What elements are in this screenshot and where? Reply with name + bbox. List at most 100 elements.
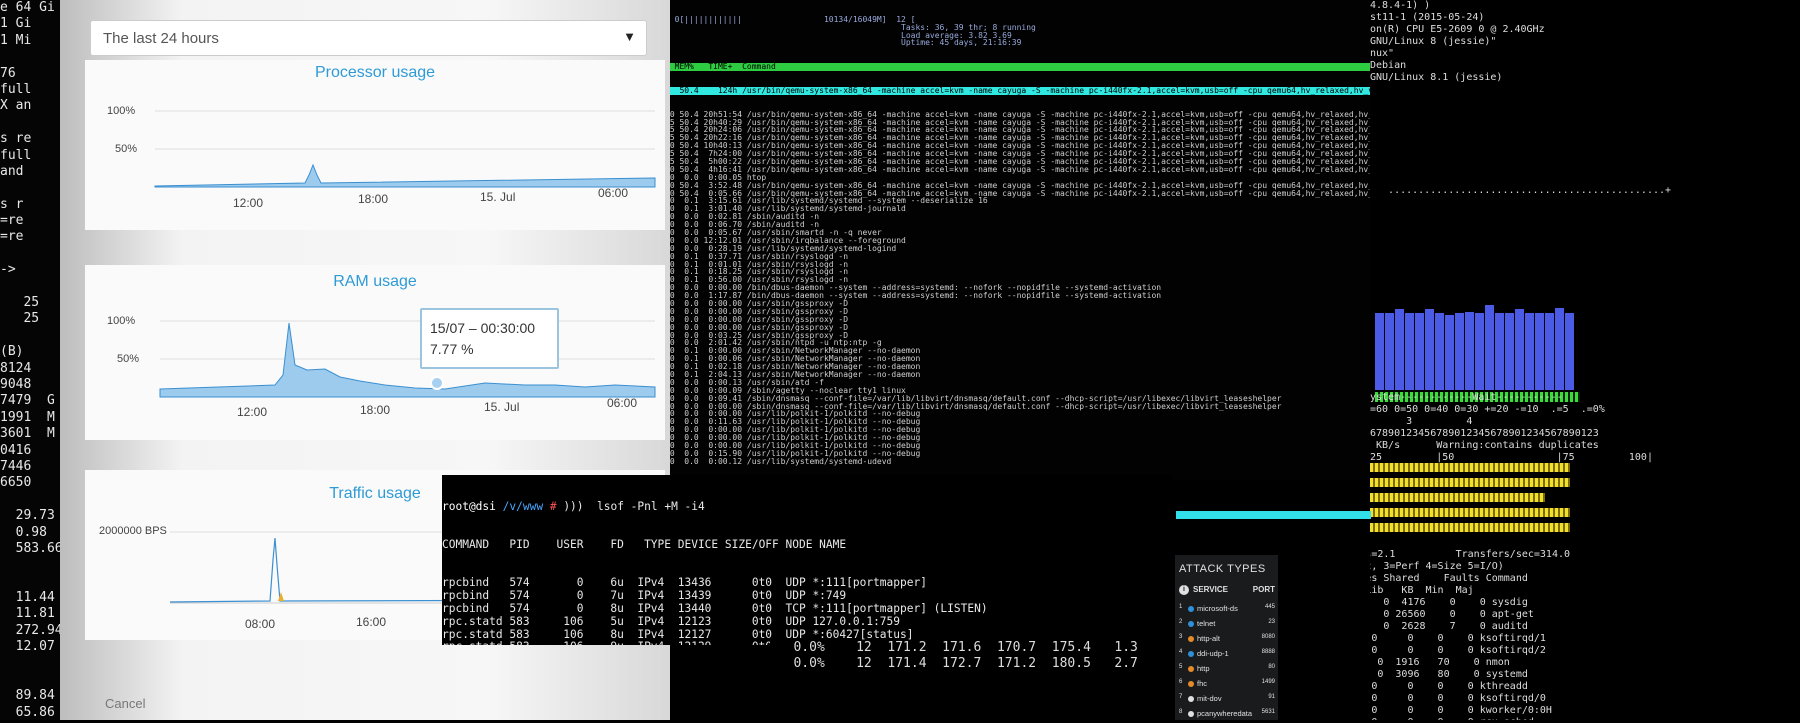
attack-row-index: 7 xyxy=(1179,694,1183,700)
attack-row-index: 5 xyxy=(1179,664,1183,670)
cancel-button[interactable]: Cancel xyxy=(105,696,145,711)
attack-service-name: http xyxy=(1197,664,1210,673)
lsof-rows: rpcbind 574 0 6u IPv4 13436 0t0 UDP *:11… xyxy=(442,577,1172,645)
info-icon: i xyxy=(1179,585,1189,595)
attack-port: 80 xyxy=(1268,664,1275,670)
attack-type-row[interactable]: 1 microsoft-ds 445 xyxy=(1179,603,1277,618)
top-process-line: 0 0 0 0 0 0 0 ksoftirqd/2 xyxy=(1371,645,1546,656)
attack-port: 445 xyxy=(1264,604,1275,610)
x-tick-label: 18:00 xyxy=(360,403,391,417)
cpu-scale: ystem------------Wait----------- =60 0=50… xyxy=(1370,392,1605,440)
process-row: .0 50.4 4h16:41 /usr/bin/qemu-system-x86… xyxy=(665,164,1375,174)
cpu-history-bar xyxy=(1445,315,1454,390)
attack-service-name: http-alt xyxy=(1197,634,1220,643)
attack-type-row[interactable]: 8 pcanywheredata 5631 xyxy=(1179,708,1277,723)
top-process-table: 0.0|> 0.0| Writes-MB/s=2.1 Transfers/sec… xyxy=(1370,525,1570,720)
service-column: SERVICE xyxy=(1193,585,1228,594)
x-tick-label: 06:00 xyxy=(607,396,638,410)
ping-stat-line: 0.0% 12 171.4 172.7 171.2 180.5 2.7 xyxy=(770,656,1138,671)
cpu-history-bar xyxy=(1515,309,1524,390)
attack-port: 8888 xyxy=(1261,649,1275,655)
legend-dot-icon xyxy=(1188,606,1194,612)
attack-service-name: telnet xyxy=(1197,619,1216,628)
attack-row-index: 1 xyxy=(1179,604,1183,610)
system-info-line: on(R) CPU E5-2609 0 @ 2.40GHz xyxy=(1370,24,1545,35)
cpu-history-bar xyxy=(1415,313,1424,390)
top-process-line: 88 728 4076 0 4176 0 0 sysdig xyxy=(1383,597,1528,608)
top-process-line: 0 0 0 0 0 0 0 ksoftirqd/0 xyxy=(1371,693,1546,704)
htop-column-header: % MEM% TIME+ Command xyxy=(665,63,1375,72)
cpu-scale-line: =60 0=50 0=40 0=30 +=20 -=10 .=5 .=0% xyxy=(1370,404,1605,415)
sysinfo-terminal: 4.8.4-1) ) st11-1 (2015-05-24) on(R) CPU E… xyxy=(1370,0,1800,720)
attack-type-row[interactable]: 7 mit-dov 91 xyxy=(1179,693,1277,708)
x-tick-label: 06:00 xyxy=(598,186,629,200)
attack-type-row[interactable]: 5 http 80 xyxy=(1179,663,1277,678)
attack-service-name: mit-dov xyxy=(1197,694,1222,703)
htop-cyan-bar xyxy=(1176,511,1371,519)
attack-service-name: fhc xyxy=(1197,679,1208,688)
cpu-scale-line: 3 4 xyxy=(1370,416,1473,427)
attack-type-row[interactable]: 3 http-alt 8080 xyxy=(1179,633,1277,648)
attack-types-header: i SERVICE PORT xyxy=(1179,585,1277,599)
prompt-host: root@dsi xyxy=(442,499,496,513)
attack-types-title: ATTACK TYPES xyxy=(1179,563,1266,575)
attack-row-index: 2 xyxy=(1179,619,1183,625)
x-tick-label: 12:00 xyxy=(233,196,264,210)
top-process-line: mode=3 (1=Basic, 3=Perf 4=Size 5=I/O) xyxy=(1370,561,1504,572)
cpu-history-bar xyxy=(1485,305,1494,390)
top-process-line: 0 0 0 0 0 0 0 kworker/0:0H xyxy=(1371,705,1552,716)
disk-bar xyxy=(1370,493,1545,502)
x-tick-label: 15. Jul xyxy=(484,400,520,414)
top-process-line: 132 132 74164 0 2628 7 0 auditd xyxy=(1383,621,1528,632)
htop-process-list: .0 50.4 20h51:54 /usr/bin/qemu-system-x8… xyxy=(665,110,1375,466)
attack-type-row[interactable]: 6 fhc 1499 xyxy=(1179,678,1277,693)
system-info-line: nux" xyxy=(1370,48,1395,59)
disk-bar xyxy=(1370,463,1570,472)
top-process-line: e Text Data Lib KB Min Maj xyxy=(1370,585,1474,596)
attack-port: 8080 xyxy=(1261,634,1275,640)
x-tick-label: 16:00 xyxy=(356,615,387,629)
legend-dot-icon xyxy=(1188,696,1194,702)
attack-type-row[interactable]: 2 telnet 23 xyxy=(1179,618,1277,633)
htop-header-line: Uptime: 45 days, 21:16:39 xyxy=(665,38,1022,48)
top-process-line: 14 1160 2024 0 3096 80 0 systemd xyxy=(1377,669,1528,680)
processor-card: Processor usage 100% 50% 12:00 18:00 15.… xyxy=(85,60,665,230)
x-tick-label: 12:00 xyxy=(237,405,268,419)
system-info: 4.8.4-1) ) st11-1 (2015-05-24) on(R) CPU E… xyxy=(1370,0,1545,84)
cpu-history-bar xyxy=(1555,308,1564,390)
ping-stat-line: 0.0% 12 171.2 171.6 170.7 175.4 1.3 xyxy=(770,640,1138,655)
cpu-history-bar xyxy=(1455,313,1464,390)
lsof-header: COMMAND PID USER FD TYPE DEVICE SIZE/OFF… xyxy=(442,537,847,551)
cpu-history-bar xyxy=(1505,313,1514,390)
tooltip-value: 7.77 % xyxy=(430,341,474,357)
ram-card: RAM usage 100% 50% 12:00 18:00 15. Jul 0… xyxy=(85,265,665,440)
lsof-terminal: root@dsi /v/www # ))) lsof -Pnl +M -i4 C… xyxy=(442,475,1172,645)
htop-header: 0[|||||||||||| 10134/16049M] 12 [ Tasks:… xyxy=(665,15,1375,48)
disk-kbs-line: KB/s Warning:contains duplicates xyxy=(1370,440,1599,451)
cpu-history-bar xyxy=(1375,313,1384,390)
attack-service-name: microsoft-ds xyxy=(1197,604,1238,613)
time-range-select[interactable]: The last 24 hours ▼ xyxy=(90,20,647,56)
port-column: PORT xyxy=(1252,585,1275,594)
cpu-history-bar xyxy=(1385,313,1394,390)
legend-dot-icon xyxy=(1188,636,1194,642)
prompt-command: ))) lsof -Pnl +M -i4 xyxy=(563,499,705,513)
ping-stats-terminal: 0.0% 12 171.2 171.6 170.7 175.4 1.3 0.0%… xyxy=(770,640,1170,720)
process-row: .0 0.0 0:00.12 /usr/lib/systemd/systemd-… xyxy=(665,456,892,466)
htop-terminal: 0[|||||||||||| 10134/16049M] 12 [ Tasks:… xyxy=(665,0,1375,480)
x-tick-label: 15. Jul xyxy=(480,190,516,204)
top-process-line: 32 132 6512 0 26560 0 0 apt-get xyxy=(1383,609,1534,620)
prompt-path: /v/www xyxy=(502,499,544,513)
prompt-hash: # xyxy=(549,499,557,513)
htop-selected-row[interactable]: 4 50.4 124h /usr/bin/qemu-system-x86_64 … xyxy=(665,86,1375,95)
attack-service-name: ddi-udp-1 xyxy=(1197,649,1229,658)
attack-row-index: 3 xyxy=(1179,634,1183,640)
cpu-history-bar xyxy=(1395,309,1404,390)
top-process-line: 0.0| xyxy=(1370,537,1570,549)
shell-prompt: root@dsi /v/www # ))) lsof -Pnl +M -i4 xyxy=(442,499,1172,514)
top-process-line: s Res Res Res Shared Faults Command xyxy=(1370,573,1528,584)
cpu-scale-line: ystem------------Wait----------- xyxy=(1370,392,1563,403)
attack-row-index: 6 xyxy=(1179,679,1183,685)
legend-dot-icon xyxy=(1188,621,1194,627)
attack-type-row[interactable]: 4 ddi-udp-1 8888 xyxy=(1179,648,1277,663)
